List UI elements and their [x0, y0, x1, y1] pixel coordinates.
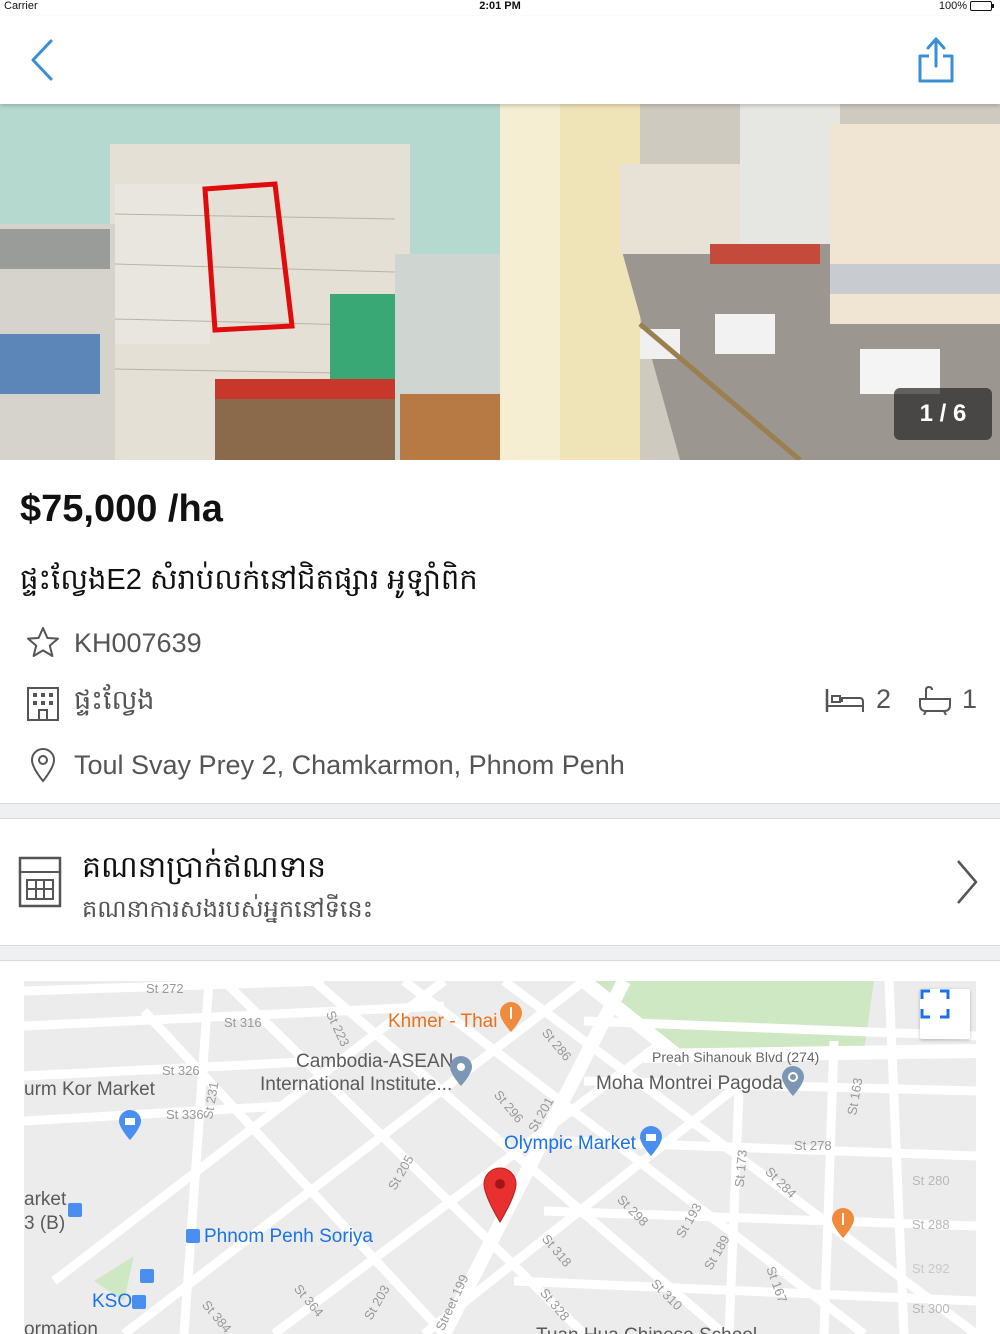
navigation-bar — [0, 16, 1000, 104]
bathrooms-feature: 1 — [918, 684, 977, 715]
address-row: Toul Svay Prey 2, Chamkarmon, Phnom Penh — [24, 746, 625, 784]
map-place-label: Khmer - Thai — [388, 1011, 498, 1032]
map-place-label: International Institute... — [260, 1074, 453, 1095]
chevron-right-icon — [954, 858, 980, 911]
location-pin-icon — [24, 746, 62, 784]
bathrooms-count: 1 — [962, 684, 978, 714]
property-type: ផ្ទះល្វែង — [74, 685, 155, 715]
section-divider — [0, 945, 1000, 961]
map-street-label: St 288 — [912, 1217, 950, 1232]
map-street-label: St 280 — [912, 1173, 950, 1188]
fullscreen-button[interactable] — [920, 989, 970, 1039]
listing-code-row: KH007639 — [24, 624, 202, 662]
transit-icon — [132, 1295, 146, 1309]
location-map[interactable]: St 272 St 316 St 223 St 326 St 336 St 23… — [24, 981, 976, 1334]
star-icon[interactable] — [24, 624, 62, 662]
map-canvas — [24, 981, 976, 1334]
map-place-label: Moha Montrei Pagoda — [596, 1073, 783, 1094]
map-place-label: Phnom Penh Soriya — [204, 1226, 373, 1247]
loan-calculator-title: គណនាប្រាក់ឥណទាន — [82, 851, 327, 884]
transit-icon — [140, 1269, 154, 1283]
section-divider — [0, 803, 1000, 819]
map-street-label: St 326 — [162, 1063, 200, 1078]
bathtub-icon — [918, 685, 952, 715]
map-place-label: 3 (B) — [24, 1213, 66, 1234]
map-street-label: St 300 — [912, 1301, 950, 1316]
photo-counter: 1 / 6 — [894, 388, 992, 440]
map-place-label: urm Kor Market — [24, 1079, 155, 1100]
back-button[interactable] — [16, 34, 68, 86]
battery-icon — [970, 1, 994, 11]
fullscreen-icon — [920, 989, 950, 1019]
map-street-label: St 272 — [146, 981, 184, 996]
map-place-label: arket — [24, 1189, 67, 1210]
map-place-label: Preah Sihanouk Blvd (274) — [652, 1049, 820, 1065]
listing-title: ផ្ទះល្វែងE2 សំរាប់លក់នៅជិតផ្សារ អូឡាំពិក — [20, 564, 478, 596]
chevron-left-icon — [31, 39, 53, 81]
map-street-label: St 316 — [224, 1015, 262, 1030]
map-street-label: St 278 — [794, 1138, 832, 1153]
map-place-label: Cambodia-ASEAN — [296, 1051, 454, 1072]
bedrooms-feature: 2 — [824, 684, 891, 715]
address: Toul Svay Prey 2, Chamkarmon, Phnom Penh — [74, 749, 625, 780]
transit-icon — [186, 1229, 200, 1243]
building-icon — [24, 685, 62, 723]
bed-icon — [824, 686, 866, 714]
loan-calculator-subtitle: គណនាការសងរបស់អ្នកនៅទីនេះ — [82, 896, 374, 923]
listing-code: KH007639 — [74, 627, 202, 658]
battery-indicator: 100% — [938, 0, 994, 12]
map-place-label: Olympic Market — [504, 1133, 636, 1154]
map-place-label: KSO — [92, 1291, 133, 1312]
map-street-label: St 336 — [166, 1107, 204, 1122]
battery-label: 100% — [938, 0, 967, 12]
listing-price: $75,000 /ha — [20, 488, 223, 530]
loan-calculator-row[interactable]: គណនាប្រាក់ឥណទាន គណនាការសងរបស់អ្នកនៅទីនេះ — [0, 820, 1000, 945]
calculator-icon — [18, 856, 62, 913]
map-place-label: Tuan Hua Chinese School — [536, 1325, 757, 1334]
map-street-label: St 292 — [912, 1261, 950, 1276]
map-place-label: ormation — [24, 1319, 98, 1334]
share-icon — [918, 37, 954, 83]
clock: 2:01 PM — [479, 0, 521, 12]
photo-gallery[interactable]: 1 / 6 — [0, 104, 1000, 460]
bedrooms-count: 2 — [876, 684, 892, 714]
building-photo — [0, 104, 500, 460]
transit-icon — [68, 1203, 82, 1217]
status-bar: Carrier 2:01 PM 100% — [0, 0, 1000, 14]
share-button[interactable] — [910, 34, 962, 86]
property-type-row: ផ្ទះល្វែង — [24, 684, 154, 723]
